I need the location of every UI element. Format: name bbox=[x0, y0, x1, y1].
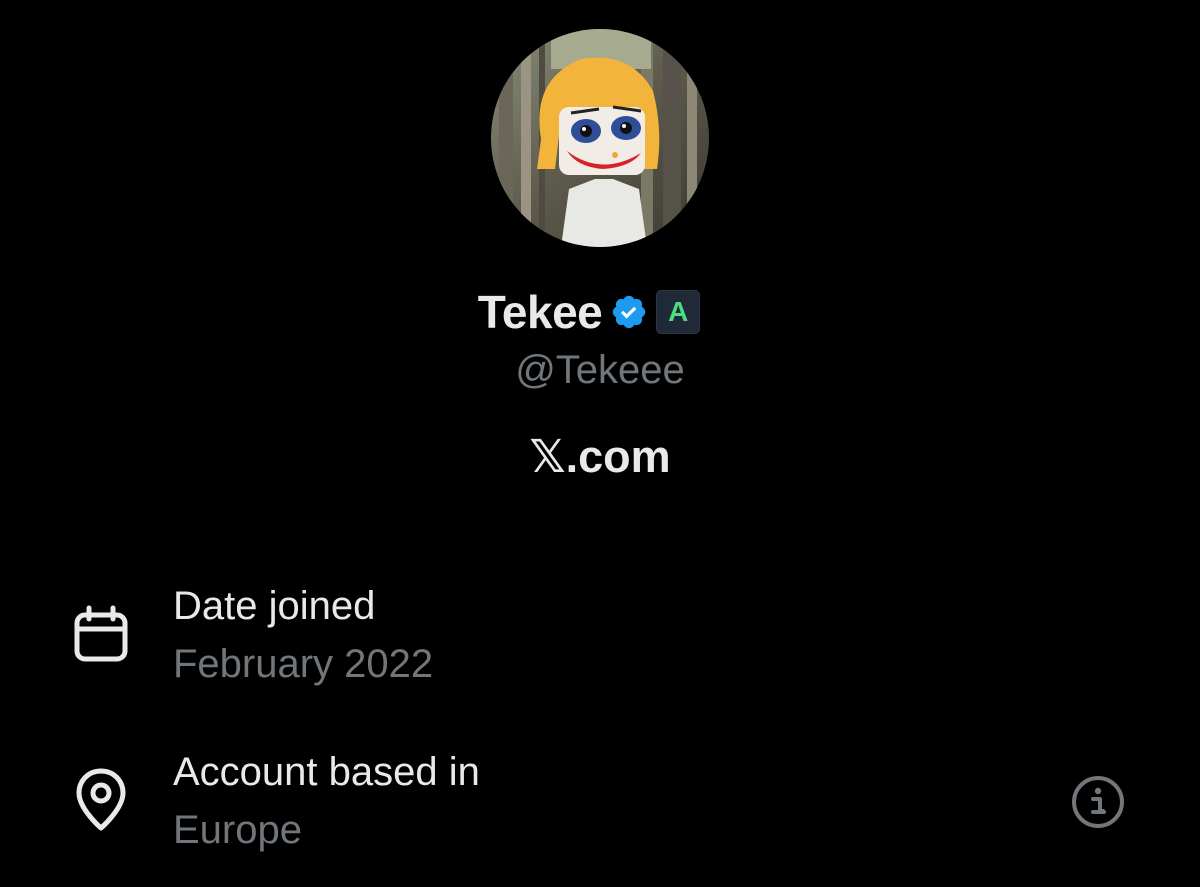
avatar-image bbox=[491, 29, 709, 247]
avatar[interactable] bbox=[491, 29, 709, 247]
calendar-icon bbox=[70, 605, 132, 668]
display-name-row: Tekee A bbox=[0, 282, 1200, 342]
info-icon[interactable] bbox=[1070, 774, 1126, 830]
account-based-in-value: Europe bbox=[173, 808, 302, 852]
user-handle: @Tekeee bbox=[515, 348, 685, 392]
site-label: 𝕏.com bbox=[529, 431, 671, 482]
date-joined-label: Date joined bbox=[173, 584, 376, 628]
verified-badge-icon[interactable] bbox=[610, 293, 648, 331]
about-account-page: Tekee A @Tekeee 𝕏.com Date joined Februa… bbox=[0, 0, 1200, 887]
account-based-in-label: Account based in bbox=[173, 750, 480, 794]
date-joined-value: February 2022 bbox=[173, 642, 434, 686]
affiliate-badge-icon[interactable]: A bbox=[656, 290, 701, 334]
display-name: Tekee bbox=[477, 286, 603, 338]
affiliate-badge-letter: A bbox=[668, 296, 689, 327]
location-pin-icon bbox=[74, 767, 128, 838]
